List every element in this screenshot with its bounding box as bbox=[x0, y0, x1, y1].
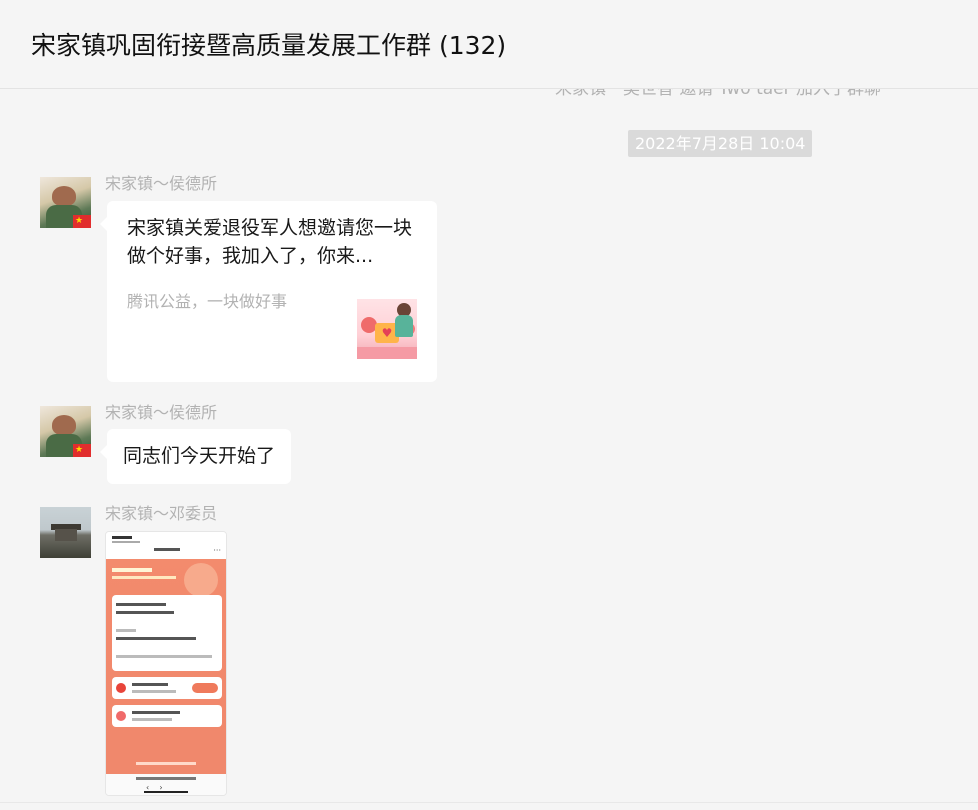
sender-name: 宋家镇～侯德所 bbox=[105, 403, 218, 422]
text-message[interactable]: 同志们今天开始了 bbox=[99, 429, 292, 484]
china-flag-icon: ★ bbox=[73, 444, 91, 457]
card-source: 腾讯公益，一块做好事 bbox=[127, 292, 288, 311]
image-message[interactable]: ··· ‹ › bbox=[105, 531, 227, 796]
avatar-face bbox=[52, 415, 76, 435]
screenshot-footer: ‹ › bbox=[106, 774, 226, 795]
link-card-message[interactable]: 宋家镇关爱退役军人想邀请您一块做个好事，我加入了，你来... 腾讯公益，一块做好… bbox=[100, 201, 437, 382]
sender-name: 宋家镇～侯德所 bbox=[105, 174, 218, 193]
more-icon: ··· bbox=[213, 546, 221, 555]
avatar[interactable] bbox=[40, 507, 91, 558]
screenshot-content bbox=[106, 559, 226, 774]
charity-illustration-icon: ♥ bbox=[357, 299, 417, 359]
building bbox=[55, 529, 77, 541]
avatar[interactable]: ★ bbox=[40, 177, 91, 228]
china-flag-icon: ★ bbox=[73, 215, 91, 228]
avatar-face bbox=[52, 186, 76, 206]
screenshot-statusbar: ··· bbox=[106, 532, 226, 559]
timestamp: 2022年7月28日 10:04 bbox=[628, 130, 813, 157]
card-title: 宋家镇关爱退役军人想邀请您一块做个好事，我加入了，你来... bbox=[127, 217, 413, 267]
sender-name: 宋家镇～邓委员 bbox=[105, 504, 218, 523]
avatar[interactable]: ★ bbox=[40, 406, 91, 457]
chat-title[interactable]: 宋家镇巩固衔接暨高质量发展工作群 (132) bbox=[31, 26, 506, 62]
chat-header: 宋家镇巩固衔接暨高质量发展工作群 (132) bbox=[0, 0, 978, 89]
